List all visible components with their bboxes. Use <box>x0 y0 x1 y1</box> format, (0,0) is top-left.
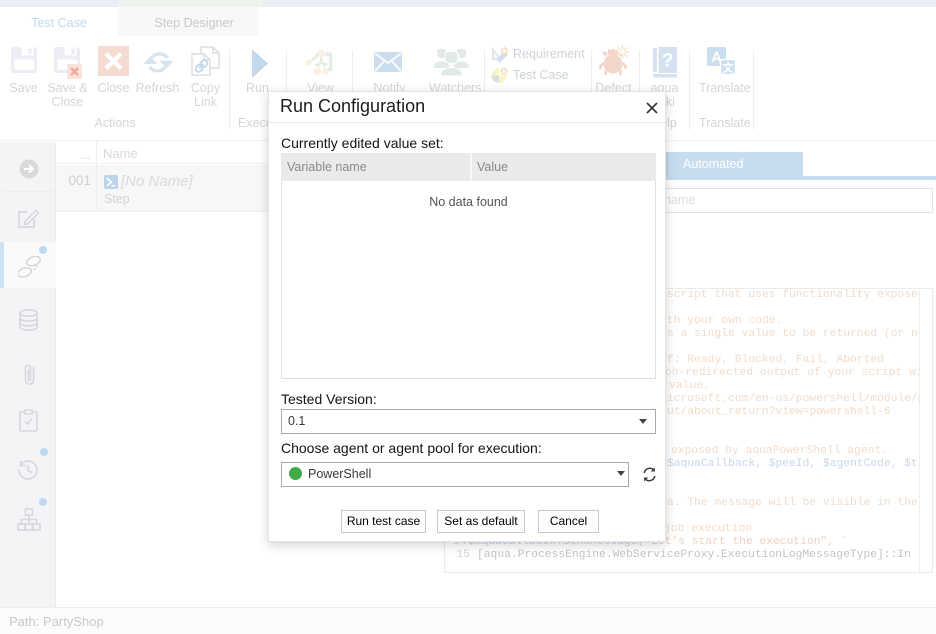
svg-text:文: 文 <box>723 61 735 75</box>
svg-text:?: ? <box>662 51 674 72</box>
